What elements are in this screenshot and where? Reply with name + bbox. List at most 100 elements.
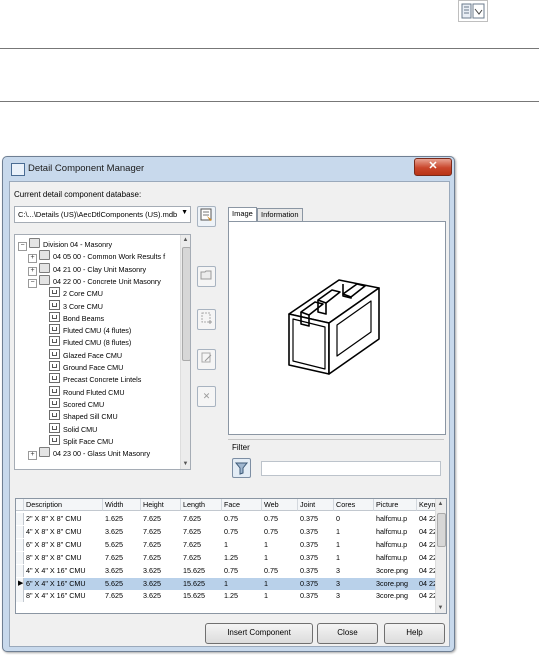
table-cell[interactable]: 5.625 (103, 577, 141, 590)
table-cell[interactable]: halfcmu.p (374, 552, 417, 564)
close-button[interactable]: Close (317, 623, 378, 644)
row-header[interactable] (16, 538, 24, 551)
table-cell[interactable]: 1 (262, 539, 298, 551)
table-cell[interactable]: 1 (222, 577, 262, 590)
insert-component-button[interactable]: Insert Component (205, 623, 313, 644)
close-window-button[interactable]: ✕ (414, 158, 452, 176)
table-cell[interactable]: 8" X 4" X 16" CMU (24, 590, 103, 602)
edit-component-button[interactable] (197, 349, 216, 370)
table-cell[interactable]: 1 (334, 526, 374, 538)
tree-item[interactable]: 2 Core CMU (38, 287, 103, 299)
table-cell[interactable]: 3core.png (374, 590, 417, 602)
column-header[interactable]: Height (141, 499, 181, 511)
table-cell[interactable]: 1.625 (103, 513, 141, 525)
table-cell[interactable]: 7.625 (103, 590, 141, 602)
table-cell[interactable]: 8" X 8" X 8" CMU (24, 552, 103, 564)
table-cell[interactable]: 7.625 (181, 526, 222, 538)
table-cell[interactable]: 3 (334, 590, 374, 602)
table-cell[interactable]: 2" X 8" X 8" CMU (24, 513, 103, 525)
table-cell[interactable]: 15.625 (181, 590, 222, 602)
scroll-down-icon[interactable]: ▼ (437, 604, 444, 612)
table-scroll-thumb[interactable] (437, 513, 446, 547)
table-cell[interactable]: 4" X 8" X 8" CMU (24, 526, 103, 538)
table-cell[interactable]: halfcmu.p (374, 526, 417, 538)
table-cell[interactable]: 0.75 (262, 565, 298, 577)
tree-item[interactable]: Fluted CMU (4 flutes) (38, 324, 131, 336)
table-cell[interactable]: 1 (262, 590, 298, 602)
table-cell[interactable]: 1 (262, 577, 298, 590)
add-component-button[interactable] (197, 309, 216, 330)
table-cell[interactable]: 3.625 (103, 565, 141, 577)
table-cell[interactable]: 15.625 (181, 577, 222, 590)
help-button[interactable]: Help (384, 623, 445, 644)
tab-image[interactable]: Image (228, 207, 257, 222)
row-header[interactable] (16, 525, 24, 538)
table-cell[interactable]: 4" X 4" X 16" CMU (24, 565, 103, 577)
table-cell[interactable]: 0.375 (298, 577, 334, 590)
table-cell[interactable]: 6" X 4" X 16" CMU (24, 577, 103, 590)
table-cell[interactable]: 3.625 (141, 577, 181, 590)
table-cell[interactable]: 0.375 (298, 552, 334, 564)
table-cell[interactable]: 3core.png (374, 565, 417, 577)
table-cell[interactable]: 3 (334, 565, 374, 577)
table-cell[interactable]: 1.25 (222, 552, 262, 564)
table-cell[interactable]: halfcmu.p (374, 539, 417, 551)
scroll-up-icon[interactable]: ▲ (182, 236, 189, 244)
tree-item[interactable]: Solid CMU (38, 422, 97, 435)
add-group-button[interactable] (197, 266, 216, 287)
database-combo[interactable]: C:\...\Details (US)\AecDtlComponents (US… (14, 206, 191, 223)
tree-scrollbar[interactable]: ▲ ▼ (180, 235, 190, 469)
table-cell[interactable]: 1.25 (222, 590, 262, 602)
row-header[interactable] (16, 590, 24, 603)
tree-scroll-thumb[interactable] (182, 247, 190, 361)
table-cell[interactable]: 0.375 (298, 539, 334, 551)
table-cell[interactable]: 1 (222, 539, 262, 551)
table-cell[interactable]: 6" X 8" X 8" CMU (24, 539, 103, 551)
scroll-up-icon[interactable]: ▲ (437, 500, 444, 508)
column-header[interactable]: Picture (374, 499, 417, 511)
row-marker-icon[interactable]: ▶ (16, 577, 24, 590)
table-cell[interactable]: 0.75 (222, 513, 262, 525)
table-cell[interactable]: 7.625 (141, 539, 181, 551)
chevron-down-icon[interactable]: ▼ (181, 209, 188, 216)
table-cell[interactable]: 1 (334, 552, 374, 564)
table-cell[interactable]: 7.625 (181, 552, 222, 564)
table-cell[interactable]: 15.625 (181, 565, 222, 577)
table-cell[interactable]: 7.625 (141, 552, 181, 564)
column-header[interactable]: Web (262, 499, 298, 511)
collapse-icon[interactable]: − (18, 242, 27, 251)
filter-input[interactable] (261, 461, 441, 476)
table-cell[interactable]: 0.375 (298, 513, 334, 525)
table-cell[interactable]: 7.625 (103, 552, 141, 564)
row-header[interactable] (16, 551, 24, 564)
table-cell[interactable]: 0.375 (298, 590, 334, 602)
row-header[interactable] (16, 564, 24, 577)
tree-item[interactable]: Split Face CMU (38, 434, 113, 447)
table-cell[interactable]: 5.625 (103, 539, 141, 551)
table-cell[interactable]: halfcmu.p (374, 513, 417, 525)
component-tree[interactable]: − Division 04 - Masonry +04 05 00 - Common… (14, 234, 191, 470)
table-cell[interactable]: 0.375 (298, 526, 334, 538)
column-header[interactable]: Length (181, 499, 222, 511)
table-cell[interactable]: 3 (334, 577, 374, 590)
table-cell[interactable]: 3.625 (141, 590, 181, 602)
tree-item[interactable]: Shaped Sill CMU (38, 410, 118, 422)
tree-item[interactable]: Round Fluted CMU (38, 385, 125, 398)
collapse-icon[interactable]: − (28, 278, 37, 288)
tree-item[interactable]: Glazed Face CMU (38, 348, 122, 361)
filter-button[interactable] (232, 458, 251, 478)
table-cell[interactable]: 7.625 (181, 513, 222, 525)
tree-item[interactable]: − 04 22 00 - Concrete Unit Masonry (28, 274, 161, 288)
expand-icon[interactable]: + (28, 451, 37, 461)
column-header[interactable]: Cores (334, 499, 374, 511)
table-cell[interactable]: 0.75 (222, 526, 262, 538)
table-cell[interactable]: 0.75 (262, 513, 298, 525)
scroll-down-icon[interactable]: ▼ (182, 460, 189, 468)
tree-item[interactable]: +04 23 00 - Glass Unit Masonry (28, 447, 150, 461)
delete-button[interactable]: ✕ (197, 386, 216, 407)
tab-information[interactable]: Information (257, 208, 303, 222)
tree-item[interactable]: Bond Beams (38, 311, 104, 324)
tree-item[interactable]: Ground Face CMU (38, 361, 123, 373)
title-bar[interactable]: Detail Component Manager ✕ (3, 157, 454, 181)
tree-item[interactable]: +04 05 00 - Common Work Results f (28, 250, 165, 264)
